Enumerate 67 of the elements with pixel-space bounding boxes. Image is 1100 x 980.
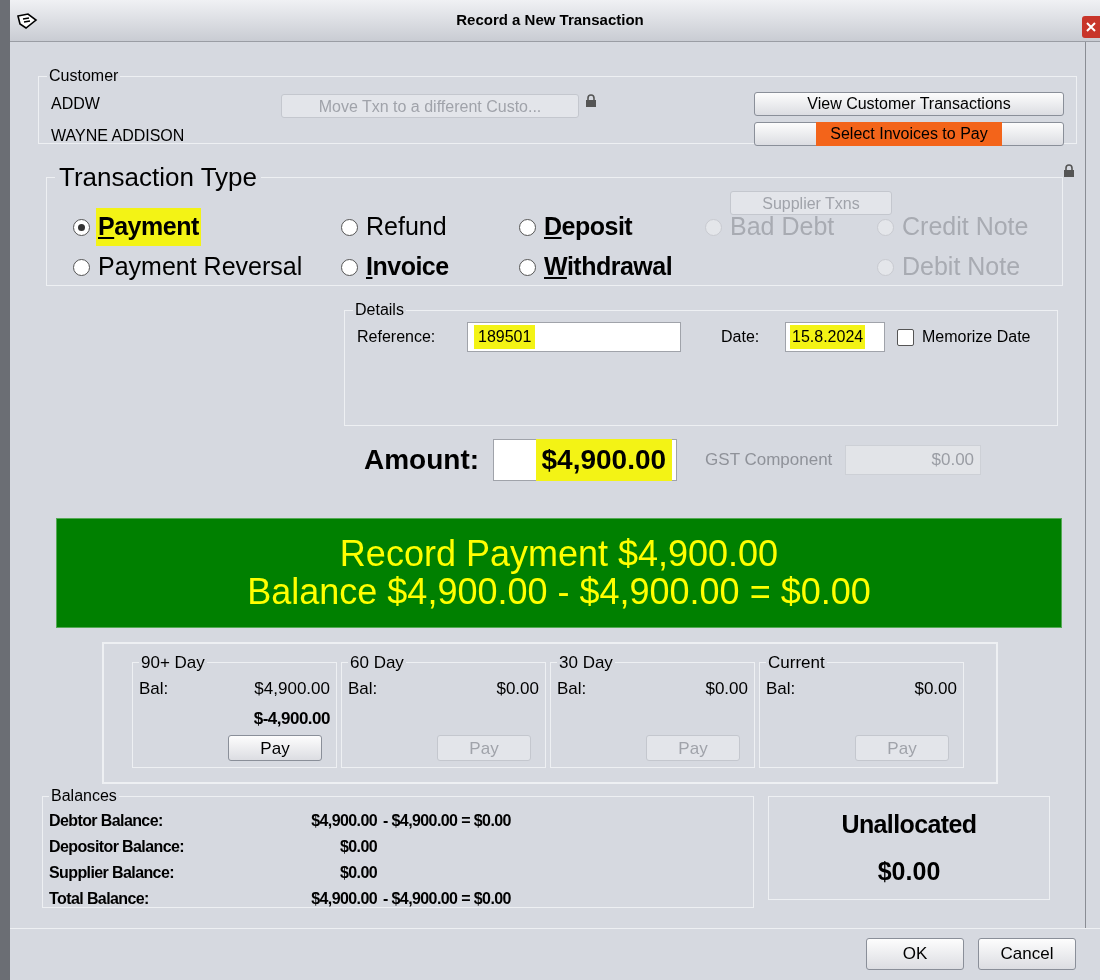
balance-row-formula: - $4,900.00 = $0.00 [383, 811, 511, 831]
close-icon [1086, 22, 1096, 32]
group-title: Transaction Type [58, 161, 258, 194]
radio-button[interactable] [519, 218, 536, 236]
radio-label: Deposit [543, 211, 634, 243]
button-label: Select Invoices to Pay [816, 122, 1002, 146]
balance-row-value: $4,900.00 [310, 811, 377, 831]
allocated-value: $-4,900.00 [253, 707, 330, 730]
amount-field[interactable]: $4,900.00 [493, 439, 678, 481]
balance-row-label: Total Balance: [49, 889, 150, 909]
balance-row-formula: - $4,900.00 = $0.00 [383, 889, 511, 909]
balance-value: $0.00 [496, 677, 539, 700]
banner-text: Record Payment $4,900.00 [339, 535, 779, 573]
pay-button[interactable]: Pay [228, 735, 322, 761]
radio-button[interactable] [519, 258, 536, 276]
radio-label: Payment [96, 208, 201, 246]
balance-label: Bal: [139, 677, 169, 700]
checkbox[interactable] [897, 328, 914, 346]
unallocated-value: $0.00 [877, 856, 941, 887]
reference-field[interactable]: 189501 [467, 322, 681, 352]
balance-row-label: Debtor Balance: [49, 811, 164, 831]
balance-row-value: $0.00 [338, 863, 377, 883]
balance-value: $4,900.00 [254, 677, 330, 700]
dialog-button[interactable]: Cancel [978, 937, 1076, 970]
amount-label: Amount: [364, 443, 480, 477]
balance-label: Bal: [766, 677, 796, 700]
group-title: Current [767, 652, 826, 674]
customer-name: WAYNE ADDISON [51, 126, 186, 146]
radio-button[interactable] [73, 258, 90, 276]
date-field[interactable]: 15.8.2024 [785, 322, 885, 352]
balance-label: Bal: [348, 677, 378, 700]
app-icon [16, 11, 38, 30]
balance-row-label: Supplier Balance: [49, 863, 175, 883]
gst-label: GST Component [705, 449, 834, 472]
customer-code: ADDW [51, 94, 101, 114]
close-button[interactable] [1082, 16, 1100, 38]
radio-button[interactable] [341, 258, 358, 276]
balance-value: $0.00 [705, 677, 748, 700]
lock-icon [1063, 164, 1075, 177]
group-title: Customer [48, 66, 120, 86]
window-title: Record a New Transaction [455, 10, 645, 31]
balance-row-value: $0.00 [338, 837, 377, 857]
radio-label: Invoice [365, 251, 450, 283]
action-button[interactable]: View Customer Transactions [754, 92, 1064, 116]
lock-icon [585, 94, 597, 107]
radio-label: Refund [365, 211, 448, 243]
group-title: 90+ Day [140, 652, 206, 674]
radio-label: Payment Reversal [97, 251, 304, 283]
button-label: View Customer Transactions [806, 94, 1012, 114]
balance-row-value: $4,900.00 [310, 889, 377, 909]
dialog-button[interactable]: OK [866, 937, 964, 970]
radio-button[interactable] [341, 218, 358, 236]
radio-label: Withdrawal [543, 251, 674, 283]
balance-label: Bal: [557, 677, 587, 700]
field-label: Reference: [357, 327, 437, 347]
checkbox-label: Memorize Date [922, 327, 1031, 347]
balance-value: $0.00 [914, 677, 957, 700]
radio-button[interactable] [73, 218, 90, 236]
banner-text: Balance $4,900.00 - $4,900.00 = $0.00 [247, 573, 871, 611]
group-title: 60 Day [349, 652, 405, 674]
balance-row-label: Depositor Balance: [49, 837, 185, 857]
group-title: Details [354, 300, 405, 320]
field-label: Date: [721, 327, 761, 347]
group-title: 30 Day [558, 652, 614, 674]
action-button[interactable]: Select Invoices to Pay [754, 122, 1064, 146]
group-title: Balances [50, 786, 118, 806]
unallocated-label: Unallocated [841, 808, 977, 840]
